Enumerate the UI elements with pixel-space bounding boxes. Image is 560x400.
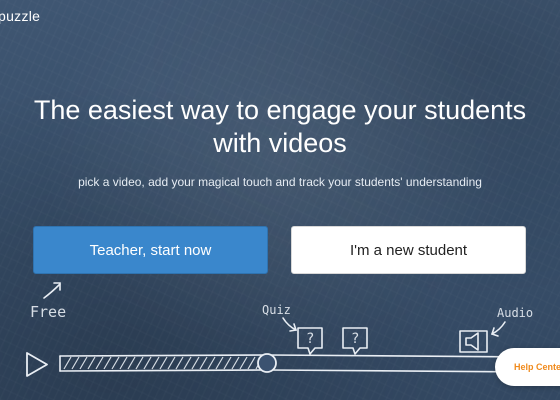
timeline-track [59, 354, 541, 373]
free-arrow-icon [43, 282, 61, 299]
quiz-marker-glyph: ? [306, 331, 315, 347]
quiz-marker-glyph: ? [351, 331, 360, 347]
quiz-label: Quiz [262, 303, 291, 317]
free-label: Free [30, 303, 67, 321]
audio-arrow-icon [490, 321, 506, 337]
quiz-arrow-icon [282, 317, 298, 332]
timeline-playhead [257, 353, 277, 373]
timeline-progress [63, 356, 263, 370]
play-icon [26, 352, 48, 377]
video-timeline-sketch [26, 282, 541, 377]
help-center-label: Help Cente [514, 362, 560, 372]
help-center-button[interactable]: Help Cente [495, 348, 560, 386]
audio-label: Audio [497, 306, 534, 320]
speaker-icon [459, 330, 488, 353]
